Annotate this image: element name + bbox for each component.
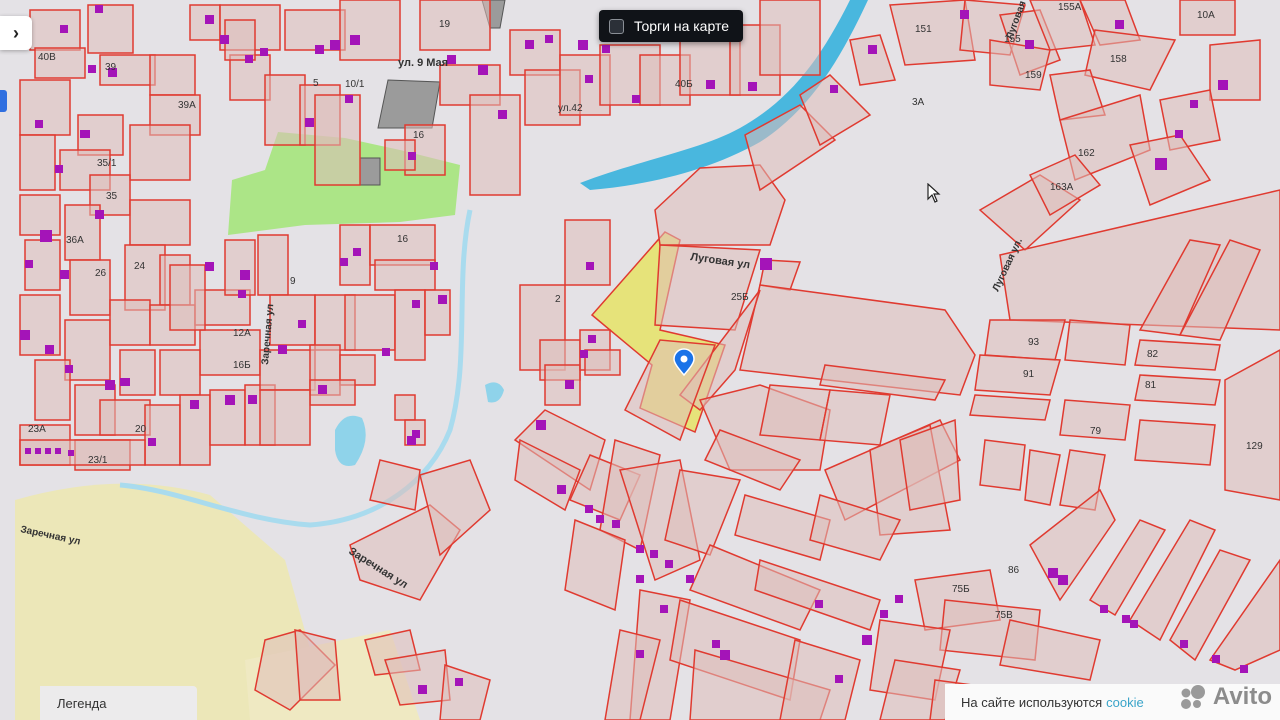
sidebar-toggle-button[interactable]: › [0,16,32,50]
svg-text:23/1: 23/1 [88,455,108,466]
svg-text:36А: 36А [66,235,84,246]
chevron-right-icon: › [13,22,19,43]
svg-text:40В: 40В [38,52,56,63]
svg-text:91: 91 [1023,369,1035,380]
svg-text:24: 24 [134,261,146,272]
svg-text:16: 16 [397,234,409,245]
svg-text:25Б: 25Б [731,292,749,303]
auctions-on-map-toggle[interactable]: Торги на карте [599,10,743,42]
svg-text:75В: 75В [995,610,1013,621]
svg-text:10А: 10А [1197,10,1215,21]
mouse-cursor-icon [927,183,941,203]
svg-text:19: 19 [439,19,451,30]
svg-text:ул.42: ул.42 [558,103,583,114]
street-9-maya: ул. 9 Мая [398,57,448,69]
avito-dots-icon [1180,685,1205,709]
svg-text:81: 81 [1145,380,1157,391]
cadastral-map[interactable]: ул. 9 Мая Луговая ул Луговая ул. Луговая… [0,0,1280,720]
svg-text:9: 9 [290,276,296,287]
svg-text:16: 16 [413,130,425,141]
svg-text:82: 82 [1147,349,1159,360]
svg-text:35/1: 35/1 [97,158,117,169]
svg-text:5: 5 [313,78,319,89]
auctions-label: Торги на карте [634,18,729,34]
svg-text:162: 162 [1078,148,1095,159]
svg-text:79: 79 [1090,426,1102,437]
svg-text:163А: 163А [1050,182,1074,193]
svg-text:155: 155 [1004,34,1021,45]
legend-button[interactable]: Легенда [40,686,197,720]
svg-text:75Б: 75Б [952,584,970,595]
svg-text:35: 35 [106,191,118,202]
svg-text:151: 151 [915,24,932,35]
svg-text:2: 2 [555,294,561,305]
svg-text:158: 158 [1110,54,1127,65]
svg-text:26: 26 [95,268,107,279]
svg-text:12А: 12А [233,328,251,339]
svg-text:10/1: 10/1 [345,79,365,90]
svg-text:86: 86 [1008,565,1020,576]
svg-text:3А: 3А [912,97,925,108]
svg-text:155А: 155А [1058,2,1082,13]
svg-text:159: 159 [1025,70,1042,81]
auctions-checkbox[interactable] [609,18,624,34]
svg-text:39: 39 [105,62,117,73]
svg-text:40Б: 40Б [675,79,693,90]
svg-text:20: 20 [135,424,147,435]
svg-text:93: 93 [1028,337,1040,348]
avito-wordmark: Avito [1212,683,1272,710]
svg-text:129: 129 [1246,441,1263,452]
avito-logo: Avito [1179,683,1272,711]
side-indicator[interactable] [0,90,7,112]
svg-text:39А: 39А [178,100,196,111]
legend-label: Легенда [57,695,107,711]
cookie-link[interactable]: cookie [1106,695,1144,710]
cookie-text: На сайте используются [961,694,1103,710]
svg-text:23А: 23А [28,424,46,435]
svg-text:16Б: 16Б [233,360,251,371]
